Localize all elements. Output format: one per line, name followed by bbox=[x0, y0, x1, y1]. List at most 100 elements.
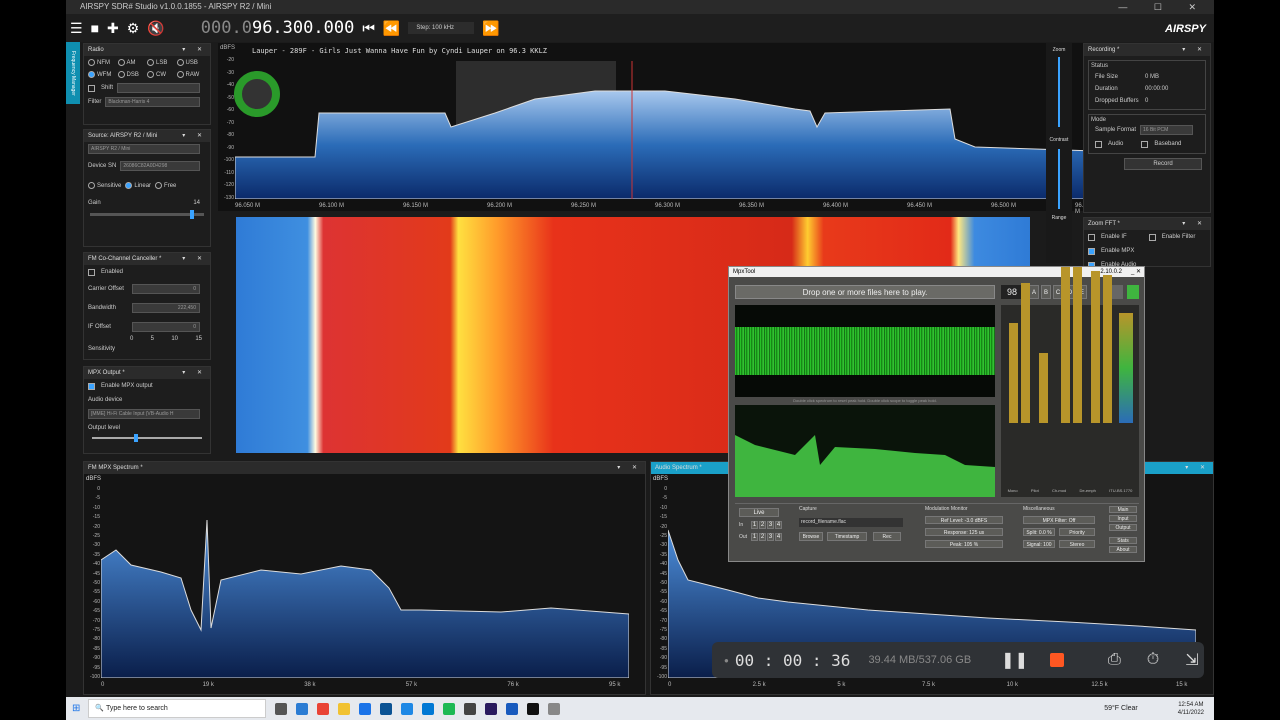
output-button[interactable]: Output bbox=[1109, 524, 1137, 531]
stop-icon[interactable]: ■ bbox=[91, 20, 99, 36]
sample-format-select[interactable]: 16 Bit PCM bbox=[1140, 125, 1193, 135]
record-button[interactable]: Record bbox=[1124, 158, 1202, 170]
carrier-input[interactable]: 0 bbox=[132, 283, 200, 294]
in-4[interactable]: 4 bbox=[775, 521, 782, 529]
add-icon[interactable]: ✚ bbox=[107, 20, 119, 37]
premiere-icon[interactable] bbox=[485, 702, 498, 715]
mail-icon[interactable] bbox=[380, 702, 393, 715]
tune-down-icon[interactable]: ⏮ bbox=[362, 20, 375, 37]
chrome-icon[interactable] bbox=[317, 702, 330, 715]
settings-icon[interactable] bbox=[1111, 285, 1123, 299]
frequency-display[interactable]: 000.096.300.000 bbox=[201, 18, 355, 38]
spotify-icon[interactable] bbox=[443, 702, 456, 715]
mode-cw[interactable]: CW bbox=[147, 71, 177, 78]
opt-sensitive[interactable]: Sensitive bbox=[88, 182, 121, 190]
menu-icon[interactable]: ☰ bbox=[70, 20, 83, 37]
rf-spectrum[interactable]: dBFS Lauper - 289F - Girls Just Wanna Ha… bbox=[218, 43, 1110, 215]
output-level-slider[interactable] bbox=[92, 434, 202, 442]
sn-select[interactable]: 26086C82A0D4298 bbox=[120, 161, 200, 171]
settings-icon[interactable]: ⚙ bbox=[127, 20, 140, 37]
app2-icon[interactable] bbox=[464, 702, 477, 715]
mute-icon[interactable]: 🔇 bbox=[147, 20, 164, 37]
frequency-manager-tab[interactable]: Frequency Manager bbox=[66, 42, 80, 104]
mode-nfm[interactable]: NFM bbox=[88, 59, 118, 66]
shift-input[interactable] bbox=[117, 83, 200, 94]
live-button[interactable]: Live bbox=[739, 508, 779, 517]
in-1[interactable]: 1 bbox=[751, 521, 758, 529]
browse-button[interactable]: Browse bbox=[799, 532, 823, 541]
in-3[interactable]: 3 bbox=[767, 521, 774, 529]
collapse-icon[interactable]: ⇲ bbox=[1185, 650, 1198, 670]
step-down-icon[interactable]: ⏪ bbox=[383, 20, 400, 37]
mode-wfm[interactable]: WFM bbox=[88, 71, 118, 78]
out-2[interactable]: 2 bbox=[759, 533, 766, 541]
response[interactable]: Response: 125 us bbox=[925, 528, 1003, 536]
zoom-slider[interactable] bbox=[1058, 57, 1060, 127]
enable-mpx-output-checkbox[interactable] bbox=[88, 382, 95, 390]
window-controls[interactable]: — ☐ ✕ bbox=[1118, 0, 1208, 14]
timer-icon[interactable]: ⏱ bbox=[1147, 651, 1159, 669]
mode-raw[interactable]: RAW bbox=[176, 71, 207, 78]
stats-button[interactable]: Stats bbox=[1109, 537, 1137, 544]
enable-filter-checkbox[interactable] bbox=[1148, 233, 1156, 241]
shift-checkbox[interactable] bbox=[88, 84, 95, 92]
split[interactable]: Split: 0.0 % bbox=[1023, 528, 1055, 536]
step-select[interactable]: Step: 100 kHz bbox=[408, 22, 475, 34]
pause-icon[interactable]: ❚❚ bbox=[1001, 650, 1028, 670]
ref-level[interactable]: Ref Level: -3.0 dBFS bbox=[925, 516, 1003, 524]
peak[interactable]: Peak: 105 % bbox=[925, 540, 1003, 548]
timestamp-button[interactable]: Timestamp bbox=[827, 532, 867, 541]
out-4[interactable]: 4 bbox=[775, 533, 782, 541]
mpx-filter[interactable]: MPX Filter: Off bbox=[1023, 516, 1095, 524]
cochannel-enabled-checkbox[interactable] bbox=[88, 268, 95, 276]
if-input[interactable]: 0 bbox=[132, 321, 200, 332]
enable-mpx-checkbox[interactable] bbox=[1088, 247, 1095, 255]
taskbar-search[interactable]: 🔍 Type here to search bbox=[88, 699, 267, 718]
bandwidth-input[interactable]: 222,450 bbox=[132, 302, 200, 313]
priority[interactable]: Priority bbox=[1059, 528, 1095, 536]
device-select[interactable]: AIRSPY R2 / Mini bbox=[88, 144, 200, 154]
mpx-spectrum-display[interactable] bbox=[735, 405, 995, 497]
filter-select[interactable]: Blackman-Harris 4 bbox=[105, 97, 200, 108]
download-icon[interactable] bbox=[1127, 285, 1139, 299]
main-button[interactable]: Main bbox=[1109, 506, 1137, 513]
store-icon[interactable] bbox=[359, 702, 372, 715]
mode-am[interactable]: AM bbox=[117, 59, 148, 66]
preset-a[interactable]: A bbox=[1029, 285, 1039, 299]
terminal-icon[interactable] bbox=[527, 702, 540, 715]
rec-button[interactable]: Rec bbox=[873, 532, 901, 541]
preset-b[interactable]: B bbox=[1041, 285, 1051, 299]
signal[interactable]: Signal: 100 bbox=[1023, 540, 1055, 548]
opt-linear[interactable]: Linear bbox=[125, 182, 151, 190]
camera-icon[interactable]: ⎙ bbox=[1108, 651, 1121, 669]
mode-dsb[interactable]: DSB bbox=[117, 71, 148, 78]
in-2[interactable]: 2 bbox=[759, 521, 766, 529]
filename-input[interactable]: record_filename.flac bbox=[799, 518, 903, 527]
drop-zone[interactable]: Drop one or more files here to play. bbox=[735, 285, 995, 299]
mode-lsb[interactable]: LSB bbox=[147, 59, 177, 66]
stop-record-icon[interactable] bbox=[1049, 653, 1064, 667]
oscilloscope[interactable] bbox=[735, 305, 995, 397]
audio-checkbox[interactable] bbox=[1095, 140, 1102, 148]
explorer-icon[interactable] bbox=[338, 702, 351, 715]
clock[interactable]: 12:54 AM 4/11/2022 bbox=[1178, 701, 1204, 717]
contrast-slider[interactable] bbox=[1058, 149, 1060, 209]
baseband-checkbox[interactable] bbox=[1141, 140, 1149, 148]
out-3[interactable]: 3 bbox=[767, 533, 774, 541]
audio-device-select[interactable]: [MME] Hi-Fi Cable Input (VB-Audio H bbox=[88, 409, 200, 419]
edge-icon[interactable] bbox=[296, 702, 309, 715]
weather[interactable]: 59°F Clear bbox=[1104, 705, 1138, 712]
word-icon[interactable] bbox=[506, 702, 519, 715]
out-1[interactable]: 1 bbox=[751, 533, 758, 541]
about-button[interactable]: About bbox=[1109, 546, 1137, 553]
vscode-icon[interactable] bbox=[422, 702, 435, 715]
step-up-icon[interactable]: ⏩ bbox=[482, 20, 499, 37]
start-icon[interactable]: ⊞ bbox=[72, 703, 80, 714]
gain-slider[interactable] bbox=[90, 210, 204, 219]
app-icon[interactable] bbox=[401, 702, 414, 715]
input-button[interactable]: Input bbox=[1109, 515, 1137, 522]
enable-if-checkbox[interactable] bbox=[1088, 233, 1095, 241]
opt-free[interactable]: Free bbox=[155, 182, 176, 190]
task-view-icon[interactable] bbox=[275, 702, 288, 715]
stereo[interactable]: Stereo bbox=[1059, 540, 1095, 548]
